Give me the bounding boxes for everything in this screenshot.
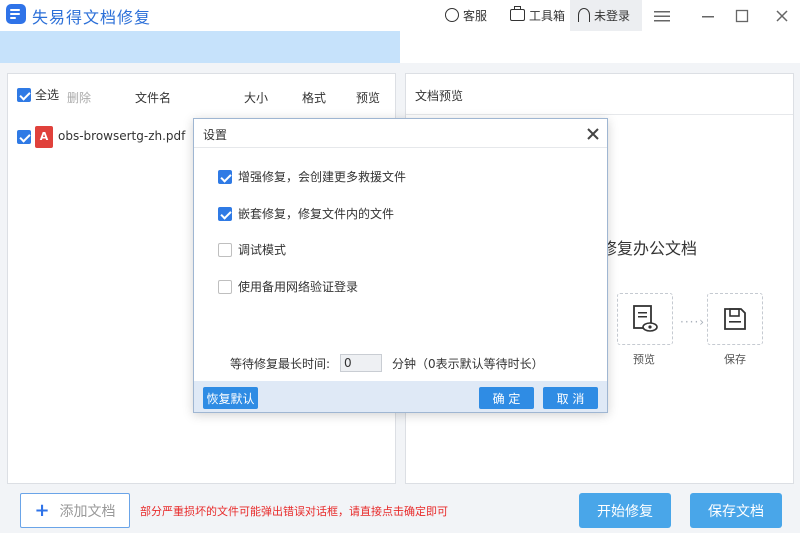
cancel-button[interactable]: 取 消 bbox=[543, 387, 598, 409]
settings-dialog: 设置 增强修复，会创建更多救援文件 嵌套修复，修复文件内的文件 调试模式 使用备… bbox=[193, 118, 608, 413]
dialog-title: 设置 bbox=[203, 128, 228, 142]
ok-button[interactable]: 确 定 bbox=[479, 387, 534, 409]
customer-service-button[interactable]: 客服 bbox=[445, 6, 487, 24]
option-enhanced-repair[interactable]: 增强修复，会创建更多救援文件 bbox=[218, 168, 406, 185]
minimize-button[interactable] bbox=[697, 5, 719, 27]
dialog-footer: 恢复默认 确 定 取 消 bbox=[194, 381, 607, 412]
row-checkbox[interactable] bbox=[17, 130, 31, 144]
menu-button[interactable] bbox=[651, 5, 673, 27]
preview-step-label: 预览 bbox=[633, 353, 655, 366]
add-document-label: 添加文档 bbox=[59, 503, 116, 520]
delete-button[interactable]: 删除 bbox=[67, 89, 91, 106]
plus-icon: + bbox=[34, 500, 50, 521]
chat-bubble-icon bbox=[445, 8, 459, 22]
option-nested-repair[interactable]: 嵌套修复，修复文件内的文件 bbox=[218, 205, 394, 222]
restore-default-button[interactable]: 恢复默认 bbox=[203, 387, 258, 409]
app-logo-icon bbox=[6, 4, 26, 24]
customer-service-label: 客服 bbox=[463, 8, 488, 23]
save-disk-icon bbox=[724, 308, 746, 330]
wait-time-row: 等待修复最长时间: 0 分钟（0表示默认等待时长） bbox=[230, 354, 544, 372]
select-all-label: 全选 bbox=[35, 88, 60, 102]
save-document-button[interactable]: 保存文档 bbox=[690, 493, 782, 528]
preview-heading: 修复办公文档 bbox=[601, 239, 698, 258]
progress-bar bbox=[0, 31, 800, 63]
file-name: obs-browsertg-zh.pdf bbox=[58, 129, 186, 143]
option-enhanced-label: 增强修复，会创建更多救援文件 bbox=[238, 170, 407, 184]
app-title: 失易得文档修复 bbox=[32, 8, 152, 27]
maximize-icon bbox=[735, 9, 749, 23]
option-nested-checkbox[interactable] bbox=[218, 206, 232, 221]
option-debug-mode[interactable]: 调试模式 bbox=[218, 241, 286, 258]
option-backup-checkbox[interactable] bbox=[218, 279, 232, 294]
column-header-format: 格式 bbox=[302, 91, 327, 105]
option-debug-label: 调试模式 bbox=[238, 243, 287, 257]
add-document-button[interactable]: + 添加文档 bbox=[20, 493, 130, 528]
minimize-icon bbox=[702, 16, 714, 18]
close-window-button[interactable] bbox=[771, 5, 793, 27]
step-arrow-icon: ····› bbox=[680, 315, 706, 329]
toolbox-button[interactable]: 工具箱 bbox=[510, 6, 565, 24]
select-all-checkbox[interactable]: 全选 bbox=[17, 86, 59, 103]
column-header-preview: 预览 bbox=[356, 91, 381, 105]
preview-divider bbox=[406, 114, 793, 115]
wait-time-suffix: 分钟（0表示默认等待时长） bbox=[392, 356, 544, 371]
dialog-divider bbox=[194, 147, 607, 148]
option-debug-checkbox[interactable] bbox=[218, 242, 232, 257]
close-icon bbox=[587, 128, 599, 140]
column-header-size: 大小 bbox=[244, 91, 269, 105]
preview-step-box bbox=[617, 293, 673, 345]
pdf-icon: A bbox=[35, 126, 53, 148]
title-bar: 失易得文档修复 客服 工具箱 未登录 bbox=[0, 0, 800, 31]
hamburger-icon bbox=[654, 11, 670, 22]
close-icon bbox=[776, 10, 788, 22]
user-label: 未登录 bbox=[594, 8, 631, 23]
wait-time-label: 等待修复最长时间: bbox=[230, 356, 331, 371]
start-repair-button[interactable]: 开始修复 bbox=[579, 493, 671, 528]
dialog-close-button[interactable] bbox=[587, 122, 599, 144]
toolbox-icon bbox=[510, 6, 525, 21]
save-step-label: 保存 bbox=[724, 353, 746, 366]
save-step-box bbox=[707, 293, 763, 345]
maximize-button[interactable] bbox=[731, 5, 753, 27]
preview-doc-icon bbox=[633, 305, 658, 332]
preview-title: 文档预览 bbox=[415, 89, 464, 103]
toolbox-label: 工具箱 bbox=[529, 8, 566, 23]
select-all-check-icon bbox=[17, 87, 31, 102]
option-enhanced-checkbox[interactable] bbox=[218, 169, 232, 184]
option-backup-label: 使用备用网络验证登录 bbox=[238, 280, 359, 294]
option-backup-network[interactable]: 使用备用网络验证登录 bbox=[218, 278, 358, 295]
column-header-filename: 文件名 bbox=[135, 91, 172, 105]
user-login-button[interactable]: 未登录 bbox=[570, 0, 642, 31]
user-icon bbox=[578, 8, 590, 22]
wait-time-input[interactable]: 0 bbox=[340, 354, 383, 372]
progress-fill bbox=[0, 31, 400, 63]
option-nested-label: 嵌套修复，修复文件内的文件 bbox=[238, 207, 395, 221]
warning-text: 部分严重损坏的文件可能弹出错误对话框，请直接点击确定即可 bbox=[140, 505, 448, 518]
